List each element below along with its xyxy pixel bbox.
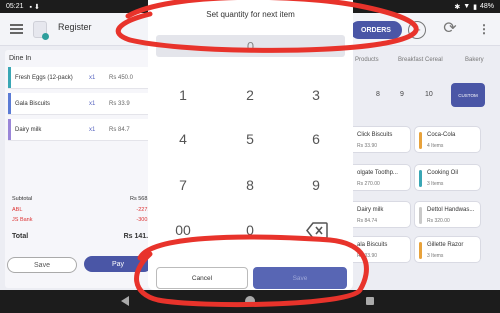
- product-name: Gillette Razor: [427, 242, 464, 248]
- filter-option[interactable]: 8: [376, 91, 380, 98]
- total-label: Total: [12, 233, 29, 240]
- product-name: ala Biscuits: [357, 242, 388, 248]
- line-qty: x1: [89, 100, 96, 107]
- orders-button[interactable]: ORDERS: [350, 21, 402, 39]
- product-name: Click Biscuits: [357, 132, 393, 138]
- home-icon[interactable]: [245, 296, 255, 306]
- custom-button[interactable]: CUSTOM: [451, 83, 485, 107]
- product-name: olgate Toothp...: [357, 170, 398, 176]
- keypad-9[interactable]: 9: [291, 170, 341, 200]
- wifi-icon: ▼: [463, 3, 471, 10]
- product-card[interactable]: Gillette Razor 3 Items: [414, 236, 481, 263]
- product-sub: Rs 33.90: [357, 143, 378, 149]
- total-row: Total Rs 141.1: [12, 233, 152, 240]
- keypad-00[interactable]: 00: [158, 215, 208, 245]
- line-price: Rs 450.0: [109, 74, 134, 81]
- product-card[interactable]: Click Biscuits Rs 33.90: [344, 126, 411, 153]
- category-tab[interactable]: Bakery: [465, 57, 484, 63]
- product-sub: Rs 84.74: [357, 218, 378, 224]
- status-time: 05:21: [6, 3, 24, 10]
- product-sub: 3 Items: [427, 181, 444, 187]
- line-price: Rs 33.9: [109, 100, 130, 107]
- keypad-6[interactable]: 6: [291, 124, 341, 154]
- back-icon[interactable]: [121, 296, 129, 306]
- card-accent: [419, 242, 422, 259]
- order-line[interactable]: Fresh Eggs (12-pack) x1 Rs 450.0: [8, 67, 153, 89]
- product-card[interactable]: olgate Toothp... Rs 270.00: [344, 164, 411, 191]
- system-nav-bar: [0, 290, 500, 313]
- line-qty: x1: [89, 126, 96, 133]
- payment-label: ABL: [12, 207, 23, 213]
- page-title: Register: [58, 22, 92, 32]
- more-options-icon[interactable]: ⋮: [478, 22, 490, 36]
- card-accent: [419, 170, 422, 187]
- category-tab[interactable]: Breakfast Cereal: [398, 57, 443, 63]
- product-card[interactable]: Dairy milk Rs 84.74: [344, 201, 411, 228]
- hamburger-menu-icon[interactable]: [10, 24, 23, 34]
- product-sub: Rs 270.00: [357, 181, 380, 187]
- battery-level: 48%: [479, 3, 494, 10]
- subtotal-row: Subtotal Rs 568.6: [12, 196, 152, 202]
- product-card[interactable]: ala Biscuits Rs 33.90: [344, 236, 411, 263]
- payment-label: JS Bank: [12, 217, 33, 223]
- keypad-5[interactable]: 5: [225, 124, 275, 154]
- keypad-7[interactable]: 7: [158, 170, 208, 200]
- line-name: Dairy milk: [15, 126, 42, 133]
- line-name: Fresh Eggs (12-pack): [15, 74, 73, 81]
- keypad-3[interactable]: 3: [291, 80, 341, 110]
- product-name: Dettol Handwas...: [427, 207, 475, 213]
- category-tab[interactable]: Products: [355, 57, 379, 63]
- line-name: Gala Biscuits: [15, 100, 51, 107]
- status-right: ✱ ▼ ▮ 48%: [454, 3, 494, 11]
- filter-option[interactable]: 10: [425, 91, 433, 98]
- product-sub: Rs 320.00: [427, 218, 450, 224]
- keypad-4[interactable]: 4: [158, 124, 208, 154]
- product-sub: 3 Items: [427, 253, 444, 259]
- battery-icon: ▮: [473, 3, 477, 11]
- card-accent: [419, 207, 422, 224]
- order-type-label: Dine In: [9, 55, 32, 62]
- product-card[interactable]: Coca-Cola 4 Items: [414, 126, 481, 153]
- keypad-1[interactable]: 1: [158, 80, 208, 110]
- filter-option[interactable]: 9: [400, 91, 404, 98]
- line-qty: x1: [89, 74, 96, 81]
- product-name: Coca-Cola: [427, 132, 456, 138]
- plus-icon[interactable]: +: [408, 21, 426, 39]
- recent-apps-icon[interactable]: [366, 297, 374, 305]
- dialog-title: Set quantity for next item: [206, 10, 295, 19]
- cancel-button[interactable]: Cancel: [156, 267, 248, 289]
- product-card[interactable]: Cooking Oil 3 Items: [414, 164, 481, 191]
- save-button[interactable]: Save: [253, 267, 347, 289]
- order-panel: Dine In Fresh Eggs (12-pack) x1 Rs 450.0…: [5, 50, 153, 288]
- pay-button[interactable]: Pay: [84, 256, 152, 272]
- product-card[interactable]: Dettol Handwas... Rs 320.00: [414, 201, 481, 228]
- keypad-0[interactable]: 0: [225, 215, 275, 245]
- line-price: Rs 84.7: [109, 126, 130, 133]
- refresh-icon[interactable]: ⟳: [441, 21, 459, 39]
- app-status-icons: ▪ ⬇: [29, 3, 40, 11]
- product-sub: 4 Items: [427, 143, 444, 149]
- register-logo-icon: [33, 21, 49, 40]
- subtotal-label: Subtotal: [12, 196, 33, 202]
- backspace-icon[interactable]: [306, 222, 328, 239]
- quantity-display[interactable]: 0: [156, 35, 345, 57]
- product-name: Dairy milk: [357, 207, 384, 213]
- product-sub: Rs 33.90: [357, 253, 378, 259]
- product-name: Cooking Oil: [427, 170, 459, 176]
- order-line[interactable]: Dairy milk x1 Rs 84.7: [8, 119, 153, 141]
- keypad-2[interactable]: 2: [225, 80, 275, 110]
- quantity-dialog: Set quantity for next item 0 1 2 3 4 5 6…: [148, 0, 353, 290]
- bluetooth-icon: ✱: [454, 3, 461, 11]
- save-order-button[interactable]: Save: [7, 257, 77, 273]
- card-accent: [419, 132, 422, 149]
- order-line[interactable]: Gala Biscuits x1 Rs 33.9: [8, 93, 153, 115]
- keypad-8[interactable]: 8: [225, 170, 275, 200]
- payment-row-jsbank: JS Bank -300.0: [12, 217, 152, 223]
- payment-row-abl: ABL -227.4: [12, 207, 152, 213]
